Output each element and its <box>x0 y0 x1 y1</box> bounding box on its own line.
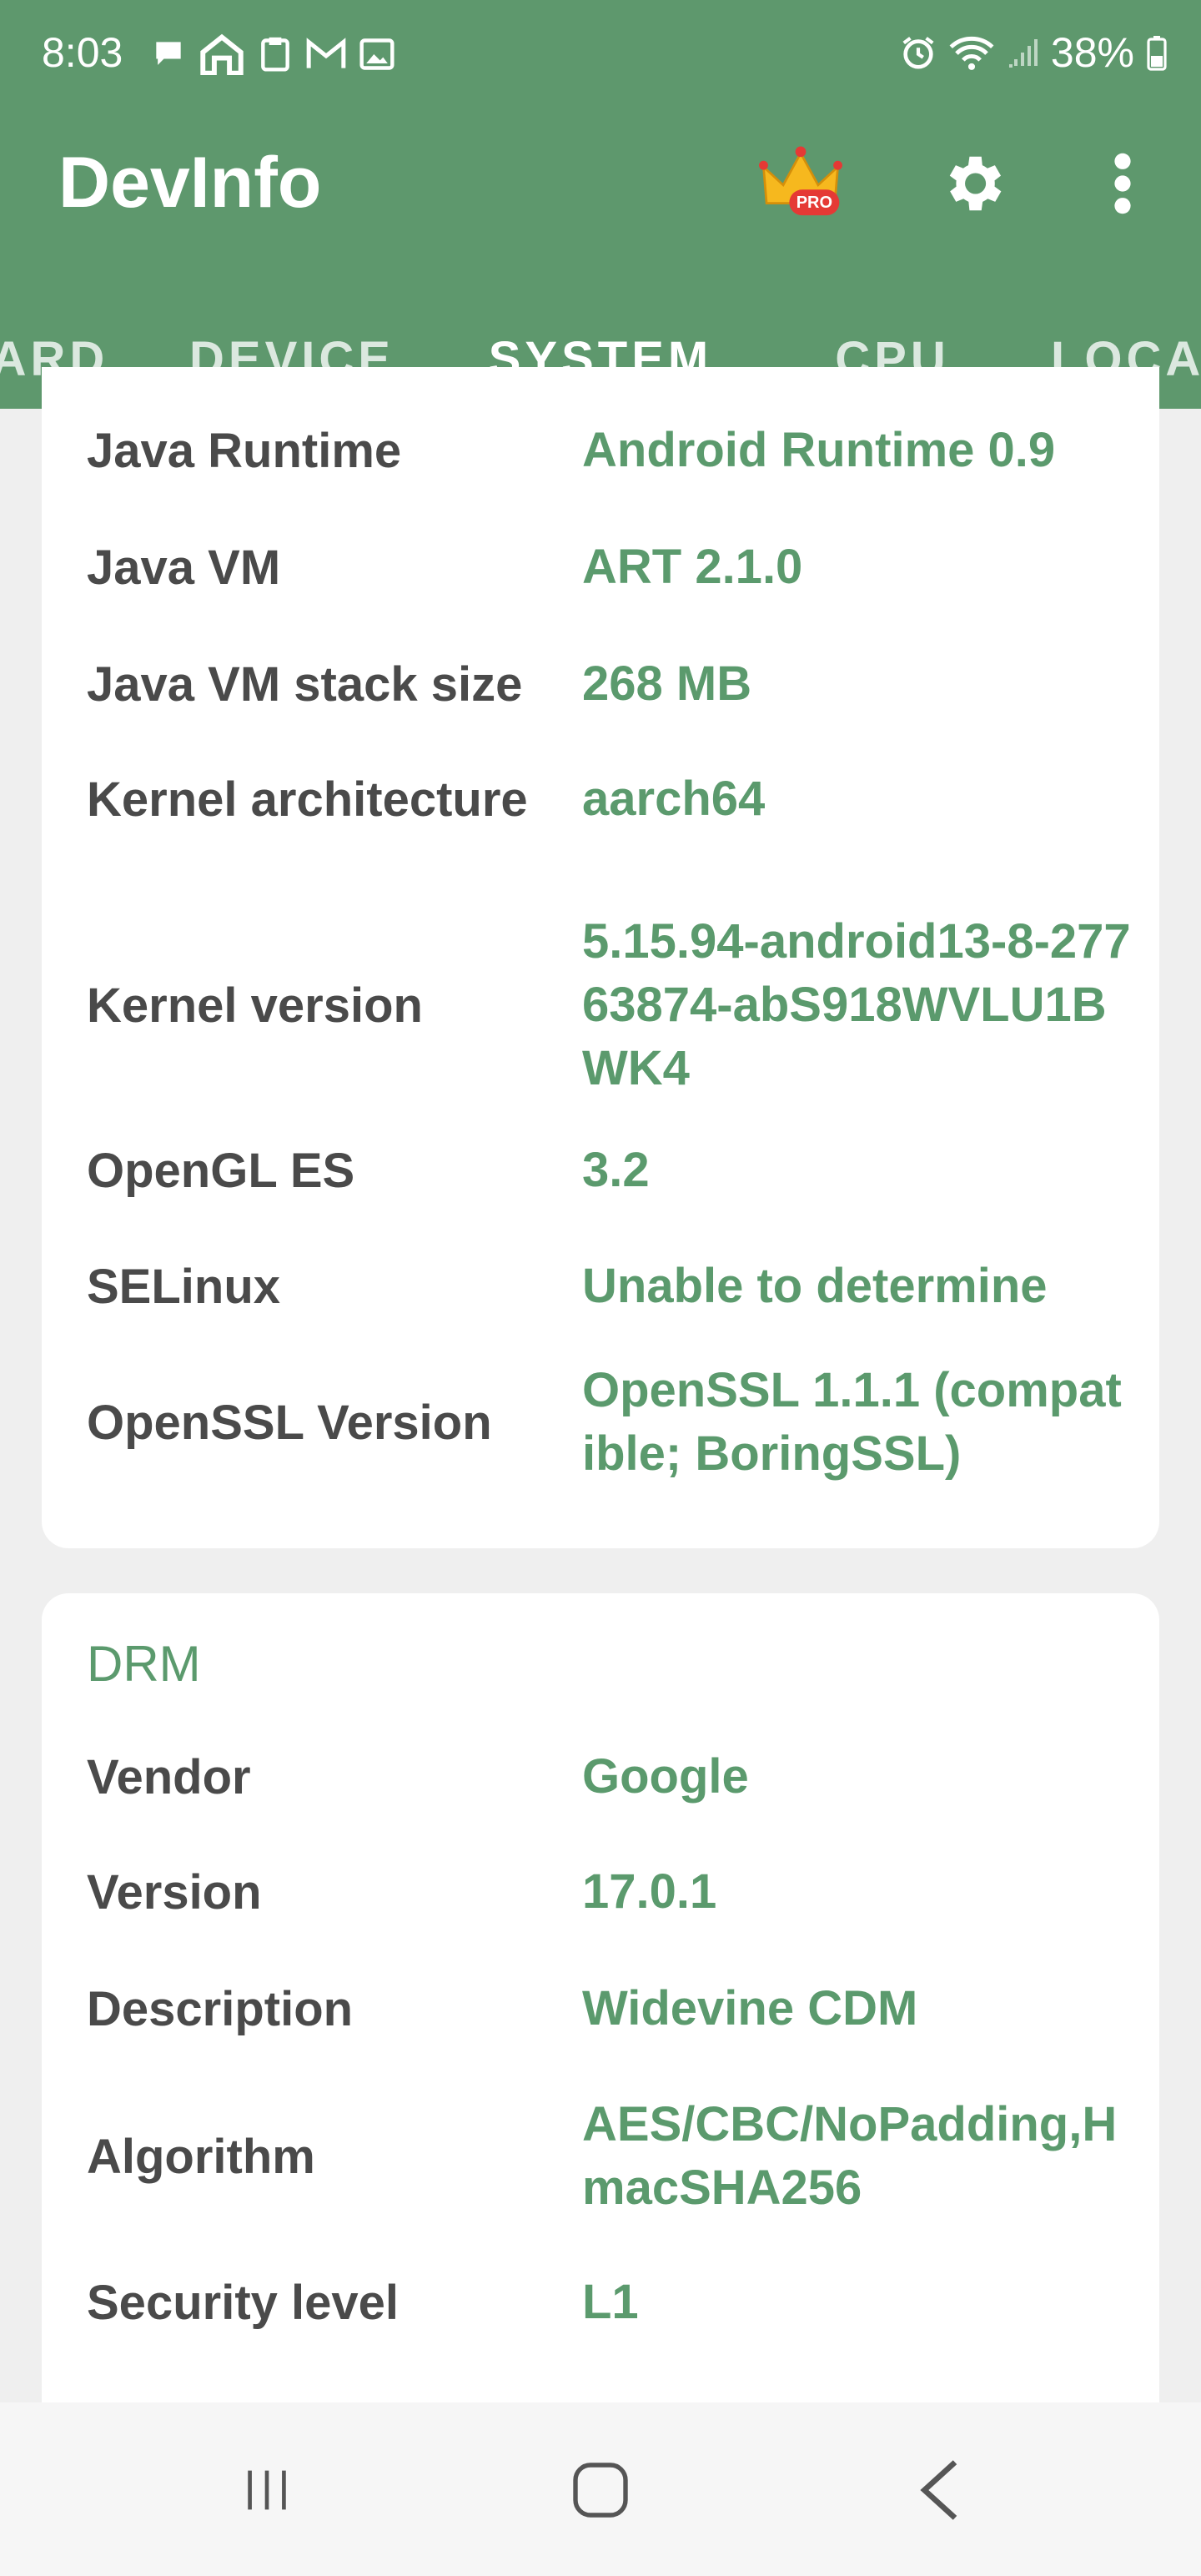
row-value: 268 MB <box>582 657 752 711</box>
row-label: OpenGL ES <box>87 1143 355 1198</box>
pro-button[interactable]: PRO <box>759 142 842 225</box>
drm-card: DRM Vendor Google Version 17.0.1 Descrip… <box>42 1593 1159 2436</box>
row-label: OpenSSL Version <box>87 1395 492 1450</box>
overflow-menu-icon <box>1114 153 1131 214</box>
row-value: aarch64 <box>582 772 766 826</box>
app-bar: 8:03 38% DevInfo PRO ARD DEVICE SYSTEM C… <box>0 0 1201 409</box>
row-value: OpenSSL 1.1.1 (compatible; BoringSSL) <box>582 1363 1122 1481</box>
row-label: Java VM <box>87 540 281 595</box>
info-row: Java VM ART 2.1.0 <box>42 526 1159 609</box>
row-label: Security level <box>87 2275 399 2330</box>
row-value: 5.15.94-android13-8-27763874-abS918WVLU1… <box>582 914 1131 1095</box>
row-label: Java VM stack size <box>87 657 523 712</box>
settings-icon <box>949 156 1002 211</box>
navigation-bar <box>0 2402 1201 2576</box>
info-row: OpenSSL Version OpenSSL 1.1.1 (compatibl… <box>42 1351 1159 1493</box>
row-value: AES/CBC/NoPadding,HmacSHA256 <box>582 2097 1118 2215</box>
chat-icon <box>156 42 181 65</box>
image-icon <box>359 38 394 70</box>
info-row: Vendor Google <box>42 1735 1159 1819</box>
home-icon <box>200 33 244 75</box>
info-row: Java VM stack size 268 MB <box>42 642 1159 726</box>
notification-icons <box>150 33 395 75</box>
system-info-card: Java Runtime Android Runtime 0.9 Java VM… <box>42 367 1159 1548</box>
info-row: Algorithm AES/CBC/NoPadding,HmacSHA256 <box>42 2085 1159 2227</box>
home-nav-icon <box>573 2463 628 2518</box>
overflow-menu-button[interactable] <box>1081 142 1164 225</box>
status-time: 8:03 <box>42 29 123 76</box>
info-row: SELinux Unable to determine <box>42 1245 1159 1328</box>
back-button[interactable] <box>872 2436 1005 2544</box>
row-label: Version <box>87 1864 262 1919</box>
system-icons: 38% <box>899 28 1168 77</box>
info-row: Version 17.0.1 <box>42 1850 1159 1934</box>
recents-icon <box>248 2470 286 2510</box>
info-row: Java Runtime Android Runtime 0.9 <box>42 409 1159 492</box>
gmail-icon <box>306 38 346 68</box>
row-label: Algorithm <box>87 2129 315 2184</box>
row-value: Widevine CDM <box>582 1981 918 2035</box>
row-value: 17.0.1 <box>582 1864 717 1919</box>
back-icon <box>920 2460 957 2520</box>
info-row: Security level L1 <box>42 2261 1159 2344</box>
row-value: 3.2 <box>582 1143 650 1197</box>
row-label: Java Runtime <box>87 423 402 478</box>
info-row: Kernel architecture aarch64 <box>42 757 1159 841</box>
info-row: Description Widevine CDM <box>42 1967 1159 2050</box>
battery-percentage: 38% <box>1050 29 1134 76</box>
clipboard-icon <box>261 37 289 72</box>
status-bar: 8:03 38% <box>0 0 1201 108</box>
row-label: Kernel architecture <box>87 772 528 827</box>
row-value: Unable to determine <box>582 1259 1048 1313</box>
signal-icon <box>1008 39 1038 68</box>
row-value: Google <box>582 1749 749 1804</box>
row-label: SELinux <box>87 1259 281 1314</box>
settings-button[interactable] <box>931 142 1014 225</box>
recents-button[interactable] <box>200 2436 334 2544</box>
battery-icon <box>1147 36 1167 71</box>
home-button[interactable] <box>534 2436 667 2544</box>
section-title: DRM <box>87 1636 201 1692</box>
pro-badge-text: PRO <box>796 194 832 212</box>
info-row: OpenGL ES 3.2 <box>42 1129 1159 1212</box>
alarm-icon <box>902 37 934 69</box>
row-label: Vendor <box>87 1749 251 1804</box>
row-value: Android Runtime 0.9 <box>582 423 1056 477</box>
row-value: ART 2.1.0 <box>582 540 803 594</box>
pro-crown-icon: PRO <box>759 146 842 216</box>
row-label: Description <box>87 1981 354 2036</box>
row-value: L1 <box>582 2275 639 2329</box>
app-title: DevInfo <box>58 143 322 223</box>
wifi-icon <box>949 37 994 70</box>
info-row: Kernel version 5.15.94-android13-8-27763… <box>42 901 1159 1109</box>
row-label: Kernel version <box>87 978 423 1033</box>
